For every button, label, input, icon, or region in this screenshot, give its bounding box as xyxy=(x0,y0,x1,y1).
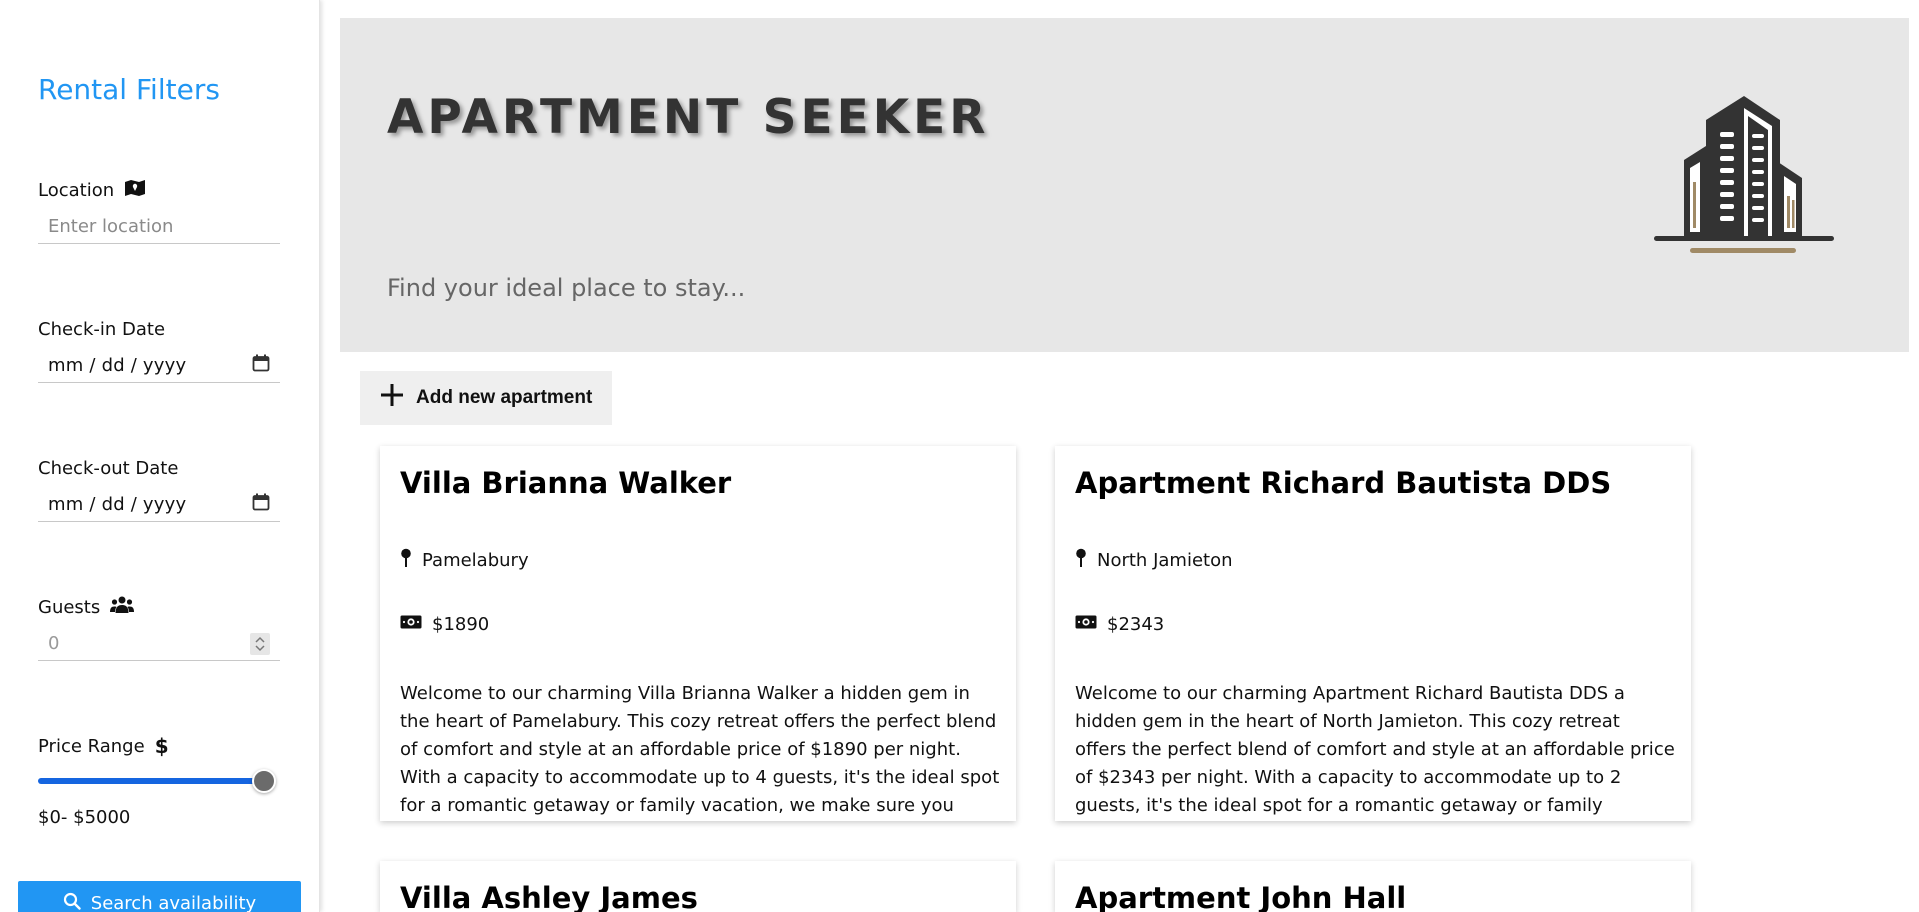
listing-location-text: Pamelabury xyxy=(422,550,529,571)
dollar-icon: $ xyxy=(154,734,169,758)
checkout-label: Check-out Date xyxy=(38,457,179,479)
money-bill-icon xyxy=(1075,614,1097,635)
price-slider-handle[interactable] xyxy=(252,769,276,793)
add-apartment-label: Add new apartment xyxy=(416,387,593,408)
calendar-icon[interactable] xyxy=(252,493,270,516)
listing-card[interactable]: Villa Brianna Walker Pamelabury $1890 We… xyxy=(380,446,1016,821)
search-availability-button[interactable]: Search availability xyxy=(18,881,301,912)
map-icon xyxy=(124,179,146,202)
listing-location: North Jamieton xyxy=(1075,548,1233,573)
checkin-label: Check-in Date xyxy=(38,318,166,340)
listing-price-text: $1890 xyxy=(432,614,490,635)
listing-title: Apartment Richard Bautista DDS xyxy=(1075,466,1612,500)
checkin-field: Check-in Date mm / dd / yyyy xyxy=(38,317,280,383)
page-header: APARTMENT SEEKER Find your ideal place t… xyxy=(340,18,1909,352)
price-slider-track[interactable] xyxy=(38,778,268,784)
listing-description: Welcome to our charming Villa Brianna Wa… xyxy=(400,683,1000,816)
location-field: Location Enter location xyxy=(38,178,280,244)
plus-icon xyxy=(380,383,404,413)
map-pin-icon xyxy=(1075,548,1087,573)
add-apartment-button[interactable]: Add new apartment xyxy=(360,371,612,425)
listing-location: Pamelabury xyxy=(400,548,529,573)
page-subtitle: Find your ideal place to stay... xyxy=(387,274,746,302)
checkin-value: mm / dd / yyyy xyxy=(48,355,187,376)
checkin-date-input[interactable]: mm / dd / yyyy xyxy=(38,349,280,383)
map-pin-icon xyxy=(400,548,412,573)
sidebar-title: Rental Filters xyxy=(38,73,220,106)
guests-value: 0 xyxy=(48,633,60,654)
location-label: Location xyxy=(38,179,115,201)
guests-input[interactable]: 0 xyxy=(38,627,280,661)
building-logo-icon xyxy=(1650,90,1840,264)
listing-price-text: $2343 xyxy=(1107,614,1165,635)
location-placeholder: Enter location xyxy=(48,216,174,237)
page-title: APARTMENT SEEKER xyxy=(387,90,990,145)
location-input[interactable]: Enter location xyxy=(38,210,280,244)
users-icon xyxy=(110,596,135,619)
listing-card[interactable]: Apartment Richard Bautista DDS North Jam… xyxy=(1055,446,1691,821)
price-range-value: $0- $5000 xyxy=(38,807,131,828)
listing-title: Apartment John Hall xyxy=(1075,881,1407,912)
number-spinner[interactable] xyxy=(250,632,270,655)
calendar-icon[interactable] xyxy=(252,354,270,377)
checkout-field: Check-out Date mm / dd / yyyy xyxy=(38,456,280,522)
listing-price: $1890 xyxy=(400,614,489,635)
search-icon xyxy=(63,892,81,912)
checkout-value: mm / dd / yyyy xyxy=(48,494,187,515)
checkout-date-input[interactable]: mm / dd / yyyy xyxy=(38,488,280,522)
listing-card[interactable]: Apartment John Hall xyxy=(1055,861,1691,912)
listing-card[interactable]: Villa Ashley James xyxy=(380,861,1016,912)
filters-sidebar: Rental Filters Location Enter location C… xyxy=(0,0,320,912)
price-range-field: Price Range $ xyxy=(38,734,280,758)
listing-price: $2343 xyxy=(1075,614,1164,635)
search-availability-label: Search availability xyxy=(90,893,257,912)
listing-description: Welcome to our charming Apartment Richar… xyxy=(1075,683,1675,816)
price-range-label: Price Range xyxy=(38,735,145,757)
listing-location-text: North Jamieton xyxy=(1097,550,1233,571)
money-bill-icon xyxy=(400,614,422,635)
listing-title: Villa Ashley James xyxy=(400,881,698,912)
guests-field: Guests 0 xyxy=(38,595,280,661)
listing-title: Villa Brianna Walker xyxy=(400,466,732,500)
guests-label: Guests xyxy=(38,596,101,618)
